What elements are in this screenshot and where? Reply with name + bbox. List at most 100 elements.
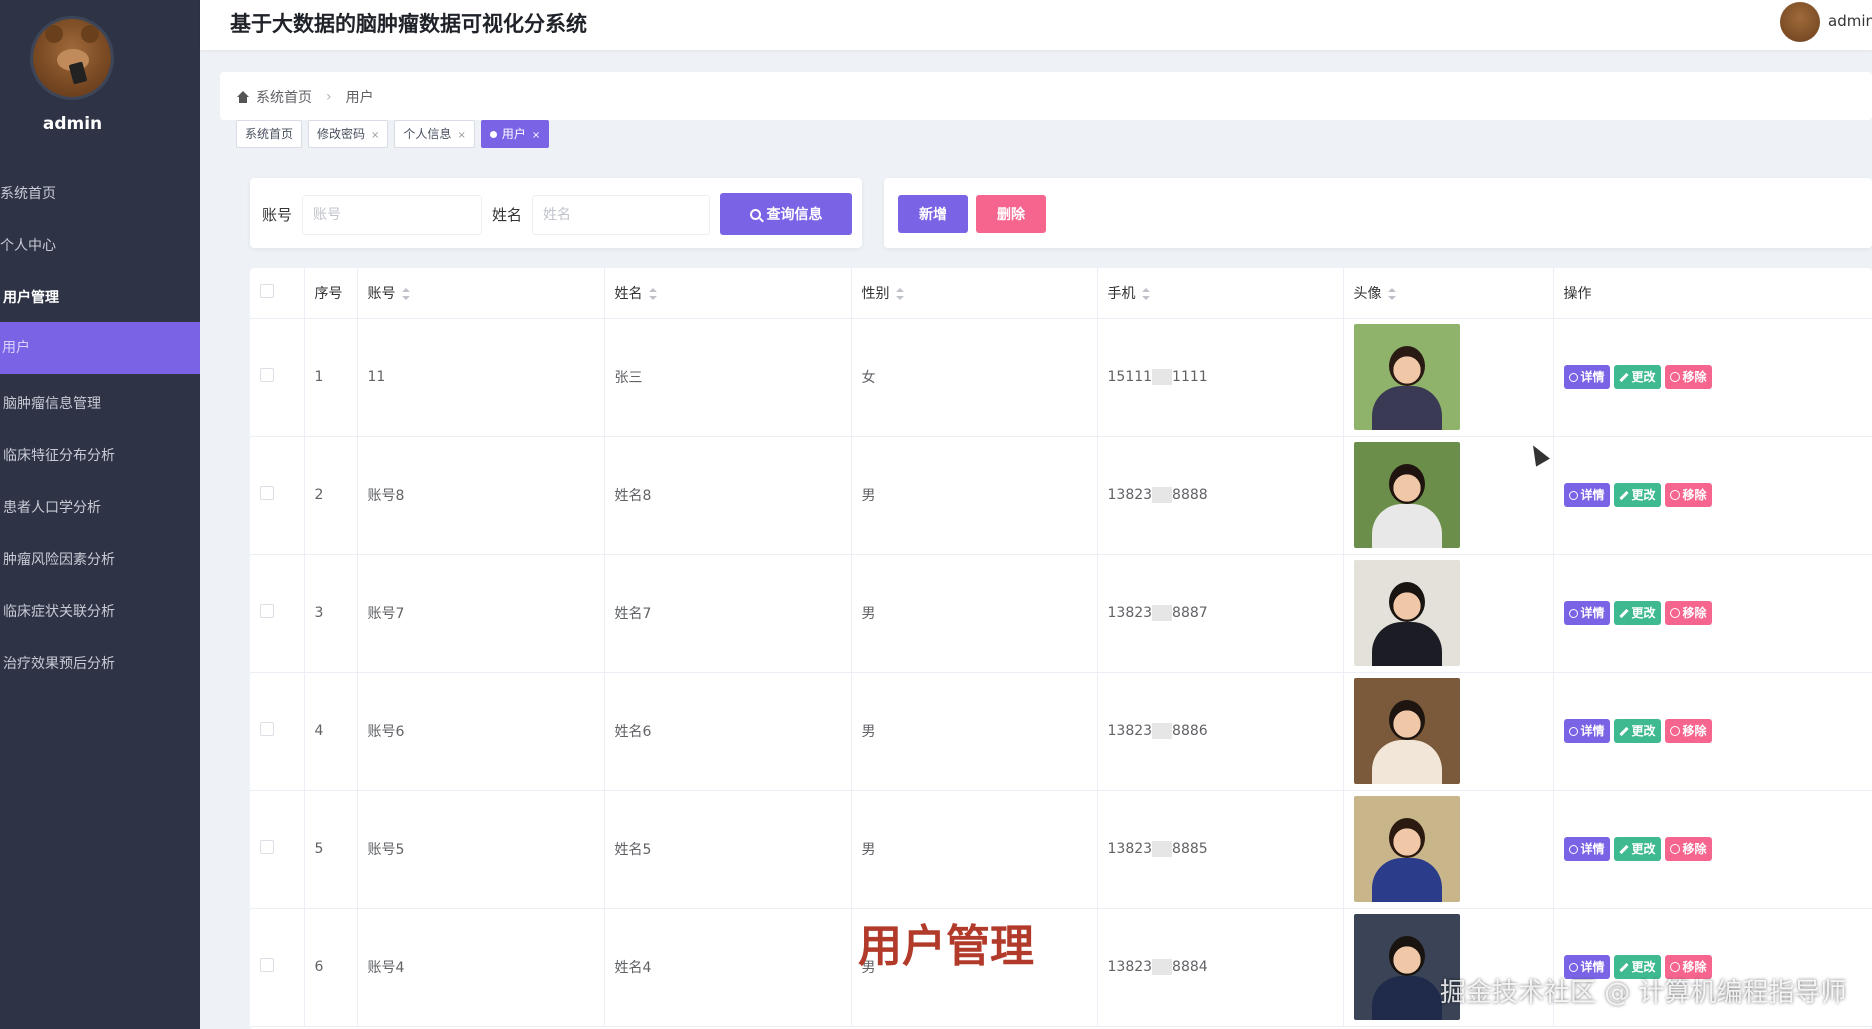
user-photo[interactable]	[1353, 324, 1460, 430]
detail-label: 详情	[1580, 488, 1605, 502]
tag-home[interactable]: 系统首页	[236, 120, 303, 148]
cell-name: 张三	[604, 318, 852, 437]
pencil-icon	[1618, 490, 1629, 500]
phone-suffix: 8888	[1172, 487, 1208, 503]
cell-index: 4	[304, 672, 358, 791]
active-dot-icon	[489, 131, 497, 138]
row-checkbox[interactable]	[260, 958, 274, 972]
header-username[interactable]: admin	[1828, 12, 1872, 30]
tag-personal-info[interactable]: 个人信息 ×	[394, 120, 475, 148]
account-label: 账号	[262, 206, 293, 224]
row-select-cell[interactable]	[250, 908, 305, 1027]
sort-icon[interactable]	[648, 287, 657, 300]
tag-label: 个人信息	[403, 127, 452, 141]
edit-button[interactable]: 更改	[1613, 601, 1661, 625]
row-select-cell[interactable]	[250, 318, 305, 437]
remove-button[interactable]: 移除	[1664, 483, 1712, 507]
app-title: 基于大数据的脑肿瘤数据可视化分系统	[230, 12, 587, 36]
name-search-input[interactable]	[532, 195, 710, 235]
remove-button[interactable]: 移除	[1664, 365, 1712, 389]
sidebar-item-symptom-correlation[interactable]: 临床症状关联分析	[0, 586, 200, 638]
detail-button[interactable]: 详情	[1563, 837, 1610, 861]
user-photo[interactable]	[1353, 678, 1460, 784]
row-select-cell[interactable]	[250, 436, 305, 555]
sidebar-item-risk-factors[interactable]: 肿瘤风险因素分析	[0, 534, 200, 586]
tag-change-password[interactable]: 修改密码 ×	[308, 120, 389, 148]
sidebar-item-home[interactable]: 系统首页	[0, 168, 200, 220]
table-row: 1 11 张三 女 15111 1111 详情 更改 移除	[250, 318, 1872, 437]
cell-index: 2	[304, 436, 358, 555]
sidebar-item-demographics[interactable]: 患者人口学分析	[0, 482, 200, 534]
sidebar-item-clinical-distribution[interactable]: 临床特征分布分析	[0, 430, 200, 482]
close-icon[interactable]: ×	[371, 130, 379, 141]
header-avatar[interactable]	[1780, 2, 1820, 42]
phone-redaction	[1152, 487, 1173, 503]
add-button[interactable]: 新增	[898, 195, 968, 233]
cell-account: 11	[357, 318, 605, 437]
row-checkbox[interactable]	[260, 368, 274, 382]
sort-icon[interactable]	[401, 287, 410, 300]
remove-button[interactable]: 移除	[1664, 601, 1712, 625]
col-index: 序号	[304, 268, 358, 319]
user-photo[interactable]	[1353, 442, 1460, 548]
sidebar-item-user[interactable]: 用户	[0, 322, 200, 374]
sort-icon[interactable]	[1141, 287, 1150, 300]
col-account[interactable]: 账号	[357, 268, 605, 319]
cell-name: 姓名6	[604, 672, 852, 791]
row-select-cell[interactable]	[250, 790, 305, 909]
sort-icon[interactable]	[1387, 287, 1396, 300]
close-icon[interactable]: ×	[457, 130, 465, 141]
sidebar-item-treatment-prognosis[interactable]: 治疗效果预后分析	[0, 638, 200, 690]
sidebar-item-tumor-info[interactable]: 脑肿瘤信息管理	[0, 378, 200, 430]
detail-button[interactable]: 详情	[1563, 601, 1610, 625]
phone-suffix: 8885	[1172, 841, 1208, 857]
phone-suffix: 8887	[1172, 605, 1208, 621]
row-checkbox[interactable]	[260, 722, 274, 736]
sidebar-group-user-management[interactable]: 用户管理	[0, 272, 200, 324]
phone-redaction	[1152, 841, 1173, 857]
delete-button[interactable]: 删除	[976, 195, 1046, 233]
row-checkbox[interactable]	[260, 486, 274, 500]
select-all-cell[interactable]	[250, 268, 305, 319]
edit-label: 更改	[1631, 724, 1656, 738]
detail-button[interactable]: 详情	[1563, 365, 1610, 389]
close-circle-icon	[1669, 608, 1680, 618]
detail-button[interactable]: 详情	[1563, 483, 1610, 507]
row-checkbox[interactable]	[260, 840, 274, 854]
tab-tags: 系统首页 修改密码 × 个人信息 × 用户 ×	[236, 120, 550, 148]
cell-name: 姓名7	[604, 554, 852, 673]
close-icon[interactable]: ×	[532, 130, 540, 141]
sidebar-item-personal-center[interactable]: 个人中心	[0, 220, 200, 272]
cell-account: 账号7	[357, 554, 605, 673]
edit-button[interactable]: 更改	[1613, 365, 1661, 389]
account-search-input[interactable]	[302, 195, 482, 235]
tag-user[interactable]: 用户 ×	[480, 120, 550, 148]
cell-ops: 详情 更改 移除	[1553, 790, 1872, 909]
col-name[interactable]: 姓名	[604, 268, 852, 319]
row-select-cell[interactable]	[250, 672, 305, 791]
remove-button[interactable]: 移除	[1664, 719, 1712, 743]
sort-icon[interactable]	[895, 287, 904, 300]
col-gender[interactable]: 性别	[851, 268, 1098, 319]
phone-prefix: 13823	[1107, 959, 1153, 975]
row-checkbox[interactable]	[260, 604, 274, 618]
query-button[interactable]: 查询信息	[720, 193, 852, 235]
user-photo[interactable]	[1353, 560, 1460, 666]
col-account-label: 账号	[367, 285, 396, 302]
col-avatar[interactable]: 头像	[1343, 268, 1554, 319]
select-all-checkbox[interactable]	[260, 283, 274, 298]
row-select-cell[interactable]	[250, 554, 305, 673]
edit-button[interactable]: 更改	[1613, 483, 1661, 507]
remove-label: 移除	[1682, 842, 1707, 856]
table-row: 4 账号6 姓名6 男 13823 8886 详情 更改 移除	[250, 672, 1872, 791]
table-header-row: 序号 账号 姓名 性别 手机 头像 操作	[250, 268, 1872, 319]
detail-button[interactable]: 详情	[1563, 719, 1610, 743]
edit-button[interactable]: 更改	[1613, 837, 1661, 861]
remove-button[interactable]: 移除	[1664, 837, 1712, 861]
col-phone[interactable]: 手机	[1097, 268, 1344, 319]
breadcrumb-home[interactable]: 系统首页	[256, 87, 312, 107]
edit-button[interactable]: 更改	[1613, 719, 1661, 743]
remove-label: 移除	[1682, 488, 1707, 502]
user-photo[interactable]	[1353, 796, 1460, 902]
cell-avatar	[1343, 554, 1554, 673]
